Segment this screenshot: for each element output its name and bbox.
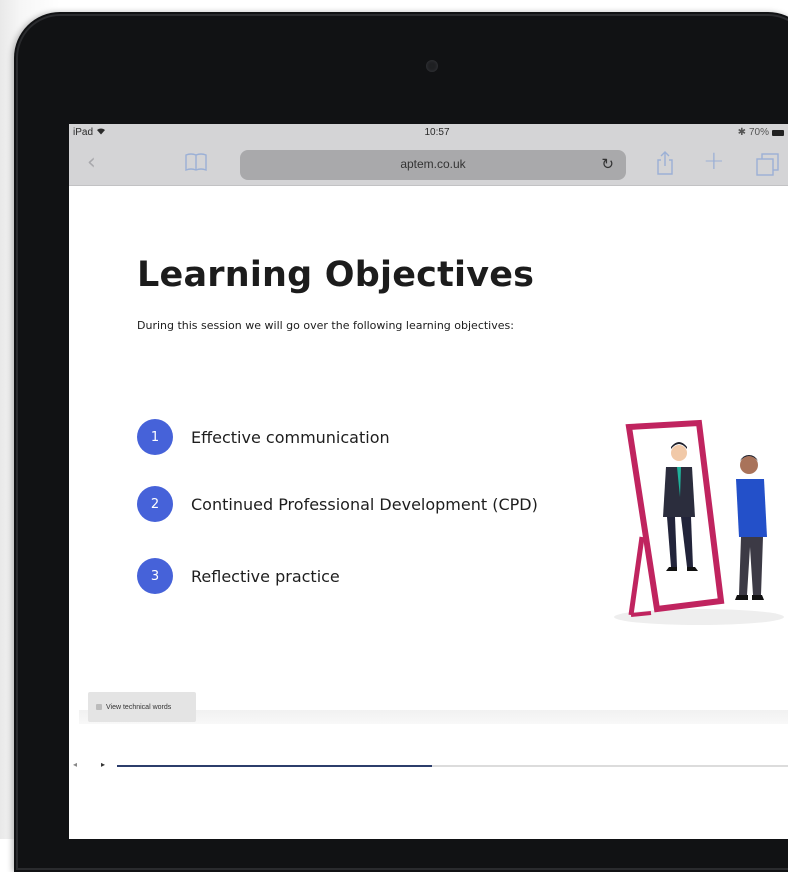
- objective-item: 3 Reflective practice: [137, 558, 340, 594]
- bluetooth-icon: ✱: [737, 127, 746, 138]
- address-bar[interactable]: aptem.co.uk ↻: [240, 150, 626, 180]
- url-text: aptem.co.uk: [400, 157, 466, 171]
- page-title: Learning Objectives: [137, 255, 535, 295]
- progress-track[interactable]: [117, 765, 788, 767]
- objective-label: Reflective practice: [191, 566, 340, 586]
- objective-number-badge: 1: [137, 419, 173, 455]
- safari-toolbar: ‹ aptem.co.uk ↻ +: [69, 142, 788, 186]
- previous-icon[interactable]: ◂: [73, 760, 77, 769]
- battery-icon: [772, 129, 784, 136]
- objective-number-badge: 2: [137, 486, 173, 522]
- status-time: 10:57: [424, 127, 450, 138]
- view-technical-words-label: View technical words: [106, 703, 172, 711]
- chevron-left-icon[interactable]: ‹: [87, 150, 96, 175]
- device-label: iPad: [73, 127, 94, 138]
- view-technical-words-button[interactable]: View technical words: [88, 692, 196, 722]
- status-right: ✱ 70%: [738, 127, 784, 138]
- page-content: Learning Objectives During this session …: [69, 187, 788, 839]
- play-icon[interactable]: ▸: [101, 760, 105, 769]
- objective-label: Continued Professional Development (CPD): [191, 494, 538, 514]
- status-bar: iPad 10:57 ✱ 70%: [69, 124, 788, 142]
- wifi-icon: [96, 127, 106, 138]
- objective-label: Effective communication: [191, 427, 390, 447]
- ipad-screen: iPad 10:57 ✱ 70% ‹ aptem.co.uk ↻ + Learn: [69, 124, 788, 839]
- status-left: iPad: [73, 127, 106, 138]
- front-camera: [426, 60, 438, 72]
- progress-fill: [117, 765, 433, 767]
- document-icon: [96, 704, 102, 710]
- reload-icon[interactable]: ↻: [601, 155, 614, 173]
- objective-item: 2 Continued Professional Development (CP…: [137, 486, 538, 522]
- objective-item: 1 Effective communication: [137, 419, 390, 455]
- mirror-illustration: [609, 417, 788, 637]
- page-subtitle: During this session we will go over the …: [137, 319, 514, 332]
- media-player: ◂ ▸: [69, 757, 788, 777]
- book-icon[interactable]: [184, 152, 208, 172]
- tabs-icon[interactable]: [755, 152, 781, 176]
- plus-icon[interactable]: +: [703, 146, 725, 176]
- share-icon[interactable]: [654, 150, 676, 176]
- battery-percent: 70%: [748, 127, 769, 138]
- objective-number-badge: 3: [137, 558, 173, 594]
